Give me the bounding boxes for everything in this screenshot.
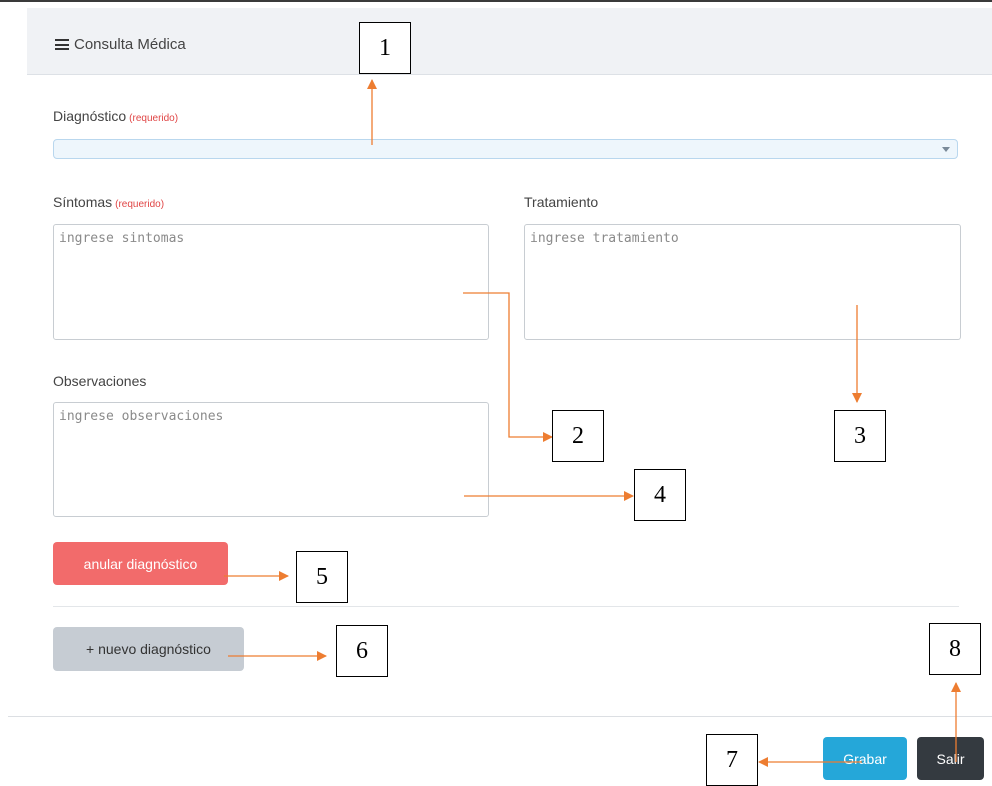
diagnostico-label-text: Diagnóstico [53,108,127,124]
observaciones-label-text: Observaciones [53,373,147,389]
panel-title: Consulta Médica [55,36,186,53]
top-border [0,0,992,2]
sintomas-label-text: Síntomas [53,194,113,210]
divider [53,606,959,607]
callout-6: 6 [336,625,388,677]
callout-1: 1 [359,22,411,74]
callout-5: 5 [296,551,348,603]
required-tag: (requerido) [129,113,179,124]
callout-8: 8 [929,623,981,675]
sintomas-textarea[interactable] [53,224,489,340]
tratamiento-textarea[interactable] [524,224,961,340]
tratamiento-label: Tratamiento [524,194,598,210]
salir-button[interactable]: Salir [917,737,984,780]
required-tag: (requerido) [115,199,165,210]
footer-divider [8,716,992,717]
menu-icon [55,39,69,50]
grabar-button[interactable]: Grabar [823,737,907,780]
nuevo-diagnostico-button[interactable]: + nuevo diagnóstico [53,627,244,671]
panel-header: Consulta Médica [27,8,992,75]
diagnostico-select[interactable] [53,139,958,159]
observaciones-label: Observaciones [53,373,146,389]
tratamiento-label-text: Tratamiento [524,194,599,210]
panel-title-text: Consulta Médica [74,36,186,53]
sintomas-label: Síntomas (requerido) [53,194,164,210]
diagnostico-label: Diagnóstico (requerido) [53,108,178,124]
observaciones-textarea[interactable] [53,402,489,517]
callout-7: 7 [706,734,758,786]
callout-4: 4 [634,469,686,521]
chevron-down-icon[interactable] [942,147,950,152]
callout-2: 2 [552,410,604,462]
anular-diagnostico-button[interactable]: anular diagnóstico [53,542,228,585]
callout-3: 3 [834,410,886,462]
